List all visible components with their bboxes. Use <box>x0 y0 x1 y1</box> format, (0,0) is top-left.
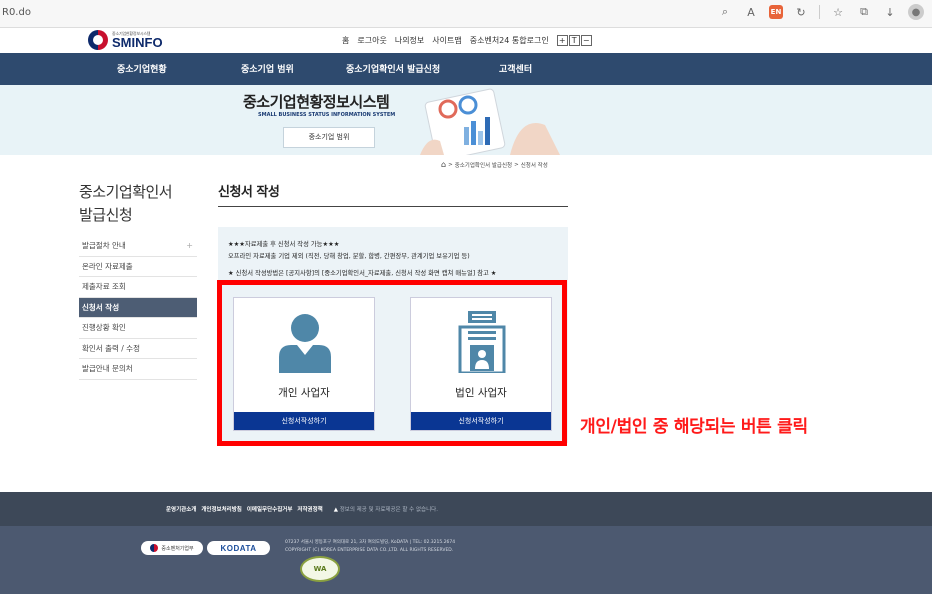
sidebar-item-progress[interactable]: 진행상황 확인 <box>79 318 197 339</box>
warning-icon: ▲ <box>333 507 338 513</box>
profile-icon[interactable]: ● <box>908 4 924 20</box>
instruction-annotation: 개인/법인 중 해당되는 버튼 클릭 <box>580 417 808 437</box>
footer-link-copyright[interactable]: 저작권정책 <box>297 505 322 513</box>
util-link-myinfo[interactable]: 나의정보 <box>395 35 424 46</box>
footer-notice: ▲ 정보의 제공 및 자료제공은 할 수 없습니다. <box>334 505 438 513</box>
site-header: 중소기업현황정보시스템 SMINFO 홈 로그아웃 나의정보 사이트맵 중소벤처… <box>0 28 932 53</box>
logo-text: SMINFO <box>112 35 163 50</box>
sidebar-menu: 발급절차 안내 + 온라인 자료제출 제출자료 조회 신청서 작성 진행상황 확… <box>79 236 197 380</box>
address-bar[interactable]: R0.do <box>2 7 31 18</box>
collections-icon[interactable]: ⧉ <box>856 4 872 20</box>
extension-icon[interactable]: EN <box>769 5 783 19</box>
banner-title: 중소기업현황정보시스템 <box>243 93 390 111</box>
zoom-icon[interactable]: ⌕ <box>717 4 733 20</box>
corporate-apply-button[interactable]: 신청서작성하기 <box>411 412 551 430</box>
breadcrumb-item-current: 신청서 작성 <box>520 162 548 169</box>
taegeuk-icon <box>150 544 159 552</box>
footer-links-bar: 운영기관소개 개인정보처리방침 이메일무단수집거부 저작권정책 ▲ 정보의 제공… <box>0 492 932 526</box>
person-icon <box>279 314 331 373</box>
browser-icons: ⌕ A EN ↻ ☆ ⧉ ↓ ● <box>717 4 924 20</box>
nav-item-support[interactable]: 고객센터 <box>499 62 532 75</box>
corporate-business-card[interactable]: 법인 사업자 신청서작성하기 <box>410 297 552 431</box>
page-title: 신청서 작성 <box>218 185 280 200</box>
util-link-logout[interactable]: 로그아웃 <box>357 35 386 46</box>
footer-link-email-refusal[interactable]: 이메일무단수집거부 <box>247 505 293 513</box>
footer-info: 중소벤처기업부 KODATA 07237 서울시 영등포구 여의대로 21, 3… <box>0 526 932 594</box>
footer-logo-kodata[interactable]: KODATA <box>207 541 270 555</box>
building-icon <box>458 311 506 373</box>
individual-business-card[interactable]: 개인 사업자 신청서작성하기 <box>233 297 375 431</box>
sidebar-item-label: 발급절차 안내 <box>82 241 126 250</box>
sidebar-item-submitted-lookup[interactable]: 제출자료 조회 <box>79 277 197 298</box>
nav-item-status[interactable]: 중소기업현황 <box>117 62 167 75</box>
refresh-icon[interactable]: ↻ <box>793 4 809 20</box>
home-icon[interactable]: ⌂ <box>441 160 446 169</box>
title-divider <box>218 206 568 207</box>
footer-link-about[interactable]: 운영기관소개 <box>166 505 196 513</box>
individual-apply-button[interactable]: 신청서작성하기 <box>234 412 374 430</box>
util-link-integrated-login[interactable]: 중소벤처24 통합로그인 <box>470 35 549 46</box>
sidebar-item-online-submit[interactable]: 온라인 자료제출 <box>79 257 197 277</box>
expand-icon[interactable]: + <box>186 236 193 255</box>
font-increase-button[interactable]: + <box>556 35 568 46</box>
nav-item-certificate[interactable]: 중소기업확인서 발급신청 <box>346 62 440 75</box>
footer-link-privacy[interactable]: 개인정보처리방침 <box>201 505 241 513</box>
banner-scope-button[interactable]: 중소기업 범위 <box>283 127 375 148</box>
sidebar-title-line2: 발급신청 <box>79 206 133 224</box>
font-decrease-button[interactable]: − <box>580 35 592 46</box>
sidebar-item-procedure[interactable]: 발급절차 안내 + <box>79 236 197 257</box>
corporate-card-label: 법인 사업자 <box>455 387 507 399</box>
footer-logo-mss[interactable]: 중소벤처기업부 <box>141 541 203 555</box>
footer-address: 07237 서울시 영등포구 여의대로 21, 3차 여의도빌딩, KoDATA… <box>285 539 455 555</box>
web-accessibility-badge[interactable]: WA <box>300 556 340 582</box>
breadcrumb: ⌂ > 중소기업확인서 발급신청 > 신청서 작성 <box>441 160 548 169</box>
main-nav: 중소기업현황 중소기업 범위 중소기업확인서 발급신청 고객센터 <box>0 53 932 85</box>
sidebar-item-label: 온라인 자료제출 <box>82 261 133 271</box>
download-icon[interactable]: ↓ <box>882 4 898 20</box>
banner-subtitle: SMALL BUSINESS STATUS INFORMATION SYSTEM <box>258 112 396 118</box>
taegeuk-logo-icon <box>88 30 108 50</box>
nav-item-scope[interactable]: 중소기업 범위 <box>241 62 294 75</box>
sidebar-item-label: 발급안내 문의처 <box>82 364 133 373</box>
footer-notice-text: 정보의 제공 및 자료제공은 할 수 없습니다. <box>339 507 438 513</box>
notice-line-3: ★ 신청서 작성방법은 [공지사항]의 [중소기업확인서_자료제출, 신청서 작… <box>228 270 497 277</box>
read-aloud-icon[interactable]: A <box>743 4 759 20</box>
font-reset-button[interactable]: T <box>568 35 580 46</box>
favorites-icon[interactable]: ☆ <box>830 4 846 20</box>
notice-line-2: 오프라인 자료제출 기업 제외 (직전, 당해 창업, 분할, 합병, 간편장부… <box>228 253 470 260</box>
hero-banner: 중소기업현황정보시스템 SMALL BUSINESS STATUS INFORM… <box>0 85 932 155</box>
sidebar-item-application[interactable]: 신청서 작성 <box>79 297 197 318</box>
toolbar-divider <box>819 5 820 19</box>
footer-copyright: COPYRIGHT (C) KOREA ENTERPRISE DATA CO.,… <box>285 548 454 553</box>
tablet-chart-illustration <box>420 88 560 155</box>
util-link-home[interactable]: 홈 <box>342 35 349 46</box>
font-size-controls: + T − <box>556 35 592 46</box>
individual-card-label: 개인 사업자 <box>278 387 330 399</box>
sidebar-item-print-edit[interactable]: 확인서 출력 / 수정 <box>79 339 197 359</box>
sidebar-item-label: 신청서 작성 <box>82 302 120 312</box>
sidebar-title: 중소기업확인서 발급신청 <box>79 181 173 227</box>
breadcrumb-item-certificate[interactable]: 중소기업확인서 발급신청 <box>455 161 512 169</box>
sidebar-item-label: 제출자료 조회 <box>82 282 126 291</box>
util-link-sitemap[interactable]: 사이트맵 <box>432 35 461 46</box>
sidebar-item-contact[interactable]: 발급안내 문의처 <box>79 359 197 380</box>
notice-line-1: ★★★자료제출 후 신청서 작성 가능★★★ <box>228 241 340 248</box>
sidebar-item-label: 확인서 출력 / 수정 <box>82 343 140 353</box>
footer-logo-mss-text: 중소벤처기업부 <box>161 545 194 552</box>
utility-nav: 홈 로그아웃 나의정보 사이트맵 중소벤처24 통합로그인 + T − <box>342 35 592 46</box>
sidebar-title-line1: 중소기업확인서 <box>79 183 173 201</box>
footer-address-line: 07237 서울시 영등포구 여의대로 21, 3차 여의도빌딩, KoDATA… <box>285 540 456 545</box>
browser-toolbar: R0.do ⌕ A EN ↻ ☆ ⧉ ↓ ● <box>0 0 932 28</box>
sidebar-item-label: 진행상황 확인 <box>82 323 126 332</box>
breadcrumb-separator: > <box>514 161 519 168</box>
site-logo[interactable]: 중소기업현황정보시스템 SMINFO <box>88 30 163 50</box>
breadcrumb-separator: > <box>448 161 453 168</box>
